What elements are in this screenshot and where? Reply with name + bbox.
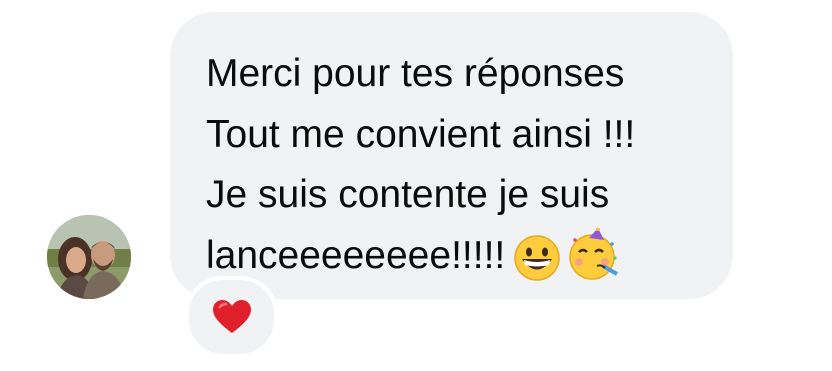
chat-thread: Merci pour tes réponses Tout me convient… [0, 0, 832, 371]
message-line: Merci pour tes réponses [206, 52, 625, 95]
red-heart-icon [212, 300, 251, 333]
message-line: Je suis contente je suis [206, 173, 610, 216]
message-line-last: lanceeeeeeee!!!!! [206, 226, 733, 301]
avatar-photo-icon [47, 215, 131, 299]
message-line-text: lanceeeeeeee!!!!! [206, 233, 506, 277]
reaction-badge[interactable] [185, 276, 278, 358]
message-line: Tout me convient ainsi !!! [206, 112, 636, 156]
message-bubble[interactable]: Merci pour tes réponses Tout me convient… [170, 12, 733, 299]
grinning-face-emoji-icon [513, 234, 561, 301]
partying-face-emoji-icon [567, 226, 621, 301]
sender-avatar[interactable] [47, 215, 131, 299]
